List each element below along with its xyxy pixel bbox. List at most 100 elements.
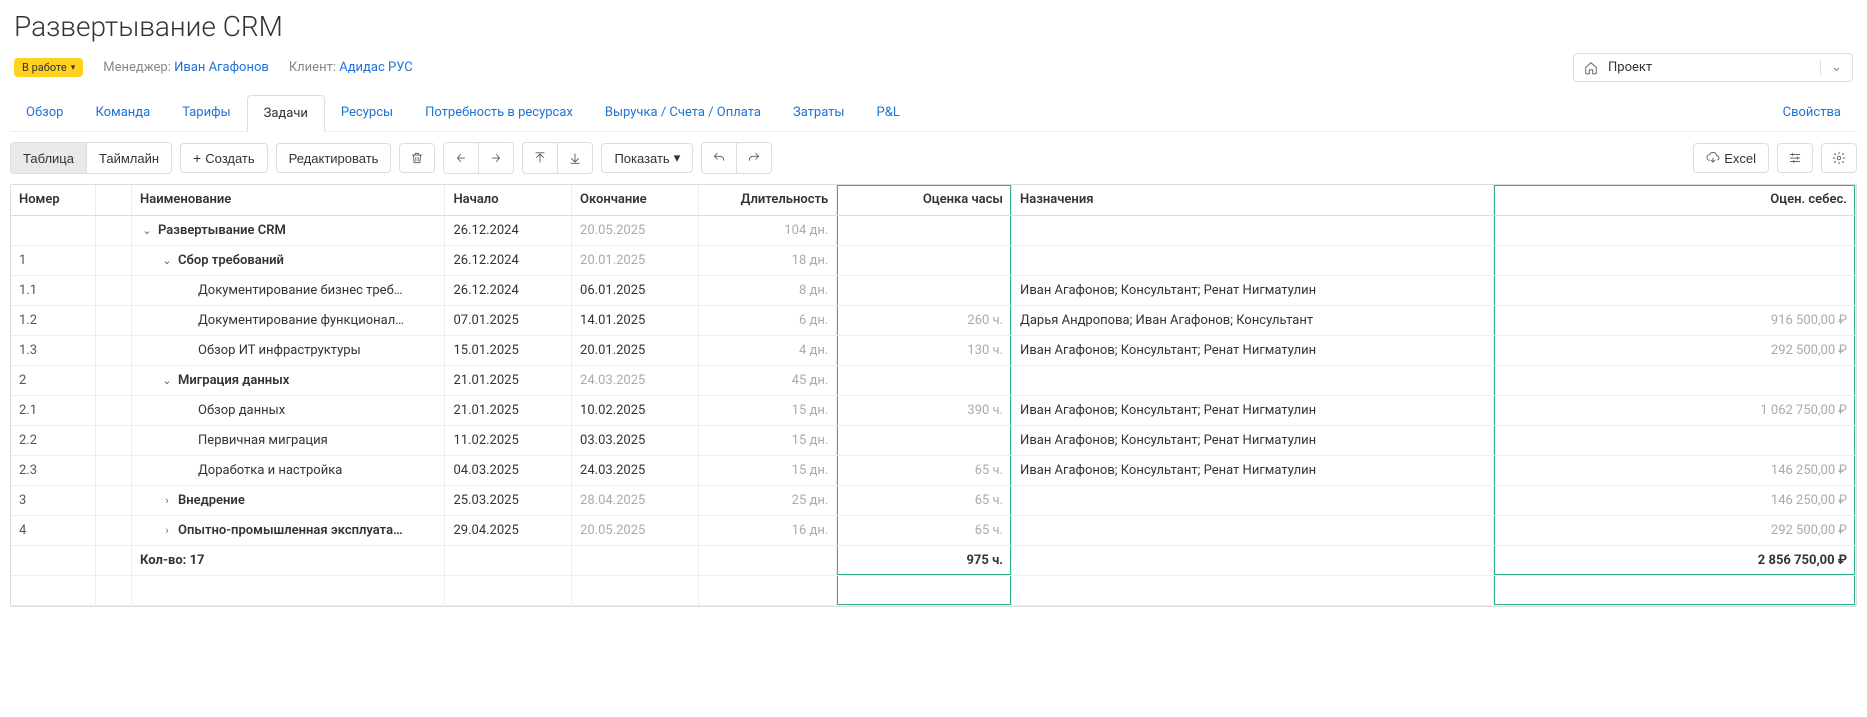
table-row[interactable]: 1.2Документирование функционал…07.01.202…	[11, 305, 1856, 335]
cell-end[interactable]: 03.03.2025	[572, 425, 699, 455]
table-row[interactable]: 4›Опытно-промышленная эксплуата…29.04.20…	[11, 515, 1856, 545]
move-down-button[interactable]	[558, 143, 592, 173]
cell-hours[interactable]	[837, 215, 1012, 245]
row-handle[interactable]	[95, 455, 131, 485]
cell-cost[interactable]	[1494, 365, 1856, 395]
cell-hours[interactable]: 260 ч.	[837, 305, 1012, 335]
cell-duration[interactable]: 45 дн.	[698, 365, 837, 395]
row-handle[interactable]	[95, 245, 131, 275]
cell-cost[interactable]	[1494, 245, 1856, 275]
cell-end[interactable]: 20.01.2025	[572, 335, 699, 365]
outdent-button[interactable]	[444, 143, 479, 173]
cell-hours[interactable]: 130 ч.	[837, 335, 1012, 365]
cell-end[interactable]: 20.05.2025	[572, 215, 699, 245]
tab-team[interactable]: Команда	[79, 95, 166, 130]
view-timeline-button[interactable]: Таймлайн	[87, 143, 171, 173]
cell-duration[interactable]: 18 дн.	[698, 245, 837, 275]
table-row[interactable]: 2.1Обзор данных21.01.202510.02.202515 дн…	[11, 395, 1856, 425]
tab-pnl[interactable]: P&L	[861, 95, 916, 130]
cell-start[interactable]: 26.12.2024	[445, 245, 572, 275]
manager-link[interactable]: Иван Агафонов	[174, 60, 269, 75]
cell-cost[interactable]	[1494, 215, 1856, 245]
view-table-button[interactable]: Таблица	[11, 143, 87, 173]
cell-hours[interactable]: 65 ч.	[837, 485, 1012, 515]
create-button[interactable]: +Создать	[180, 143, 268, 173]
cell-cost[interactable]: 292 500,00 ₽	[1494, 515, 1856, 545]
table-row[interactable]: 3›Внедрение25.03.202528.04.202525 дн.65 …	[11, 485, 1856, 515]
tab-demand[interactable]: Потребность в ресурсах	[409, 95, 589, 130]
cell-hours[interactable]: 65 ч.	[837, 515, 1012, 545]
cell-cost[interactable]: 916 500,00 ₽	[1494, 305, 1856, 335]
cell-cost[interactable]: 146 250,00 ₽	[1494, 455, 1856, 485]
tab-resources[interactable]: Ресурсы	[325, 95, 409, 130]
indent-button[interactable]	[479, 143, 513, 173]
undo-button[interactable]	[702, 143, 737, 173]
row-handle[interactable]	[95, 305, 131, 335]
cell-end[interactable]: 20.05.2025	[572, 515, 699, 545]
row-handle[interactable]	[95, 275, 131, 305]
row-handle[interactable]	[95, 515, 131, 545]
project-selector[interactable]: Проект ⌄	[1573, 53, 1853, 82]
table-row[interactable]: 2.2Первичная миграция11.02.202503.03.202…	[11, 425, 1856, 455]
cell-name[interactable]: Документирование бизнес треб…	[132, 275, 445, 305]
cell-assign[interactable]	[1012, 215, 1494, 245]
tab-overview[interactable]: Обзор	[10, 95, 79, 130]
cell-assign[interactable]	[1012, 245, 1494, 275]
tab-revenue[interactable]: Выручка / Счета / Оплата	[589, 95, 777, 130]
cell-assign[interactable]	[1012, 515, 1494, 545]
table-row[interactable]: 2.3Доработка и настройка04.03.202524.03.…	[11, 455, 1856, 485]
cell-assign[interactable]: Иван Агафонов; Консультант; Ренат Нигмат…	[1012, 335, 1494, 365]
cell-assign[interactable]: Иван Агафонов; Консультант; Ренат Нигмат…	[1012, 425, 1494, 455]
table-row[interactable]: 1⌄Сбор требований26.12.202420.01.202518 …	[11, 245, 1856, 275]
delete-button[interactable]	[399, 143, 435, 173]
cell-cost[interactable]	[1494, 425, 1856, 455]
cell-end[interactable]: 06.01.2025	[572, 275, 699, 305]
cell-name[interactable]: Документирование функционал…	[132, 305, 445, 335]
cell-duration[interactable]: 25 дн.	[698, 485, 837, 515]
cell-end[interactable]: 10.02.2025	[572, 395, 699, 425]
tab-rates[interactable]: Тарифы	[166, 95, 246, 130]
tree-caret-icon[interactable]: ⌄	[160, 374, 174, 387]
cell-start[interactable]: 25.03.2025	[445, 485, 572, 515]
cell-assign[interactable]: Иван Агафонов; Консультант; Ренат Нигмат…	[1012, 395, 1494, 425]
cell-assign[interactable]: Иван Агафонов; Консультант; Ренат Нигмат…	[1012, 275, 1494, 305]
excel-button[interactable]: Excel	[1693, 143, 1769, 173]
status-badge[interactable]: В работе	[14, 58, 83, 77]
cell-start[interactable]: 15.01.2025	[445, 335, 572, 365]
cell-name[interactable]: Первичная миграция	[132, 425, 445, 455]
cell-cost[interactable]: 146 250,00 ₽	[1494, 485, 1856, 515]
cell-hours[interactable]	[837, 365, 1012, 395]
cell-end[interactable]: 24.03.2025	[572, 455, 699, 485]
row-handle[interactable]	[95, 395, 131, 425]
cell-duration[interactable]: 15 дн.	[698, 395, 837, 425]
table-row[interactable]: 1.3Обзор ИТ инфраструктуры15.01.202520.0…	[11, 335, 1856, 365]
settings-button[interactable]	[1821, 143, 1857, 173]
cell-start[interactable]: 04.03.2025	[445, 455, 572, 485]
cell-cost[interactable]	[1494, 275, 1856, 305]
tab-tasks[interactable]: Задачи	[247, 95, 325, 132]
cell-hours[interactable]	[837, 275, 1012, 305]
cell-hours[interactable]	[837, 245, 1012, 275]
row-handle[interactable]	[95, 215, 131, 245]
tree-caret-icon[interactable]: ›	[160, 524, 174, 537]
row-handle[interactable]	[95, 425, 131, 455]
cell-end[interactable]: 28.04.2025	[572, 485, 699, 515]
cell-end[interactable]: 24.03.2025	[572, 365, 699, 395]
edit-button[interactable]: Редактировать	[276, 143, 392, 173]
cell-assign[interactable]	[1012, 365, 1494, 395]
cell-duration[interactable]: 15 дн.	[698, 425, 837, 455]
table-row[interactable]: ⌄Развертывание CRM26.12.202420.05.202510…	[11, 215, 1856, 245]
cell-start[interactable]: 21.01.2025	[445, 365, 572, 395]
cell-assign[interactable]	[1012, 485, 1494, 515]
col-number[interactable]: Номер	[11, 185, 95, 215]
tab-expenses[interactable]: Затраты	[777, 95, 861, 130]
cell-duration[interactable]: 104 дн.	[698, 215, 837, 245]
row-handle[interactable]	[95, 335, 131, 365]
tree-caret-icon[interactable]: ⌄	[140, 224, 154, 237]
cell-assign[interactable]: Дарья Андропова; Иван Агафонов; Консульт…	[1012, 305, 1494, 335]
col-est-cost[interactable]: Оцен. себес.	[1494, 185, 1856, 215]
cell-end[interactable]: 20.01.2025	[572, 245, 699, 275]
filter-settings-button[interactable]	[1777, 143, 1813, 173]
move-up-button[interactable]	[523, 143, 558, 173]
cell-cost[interactable]: 292 500,00 ₽	[1494, 335, 1856, 365]
